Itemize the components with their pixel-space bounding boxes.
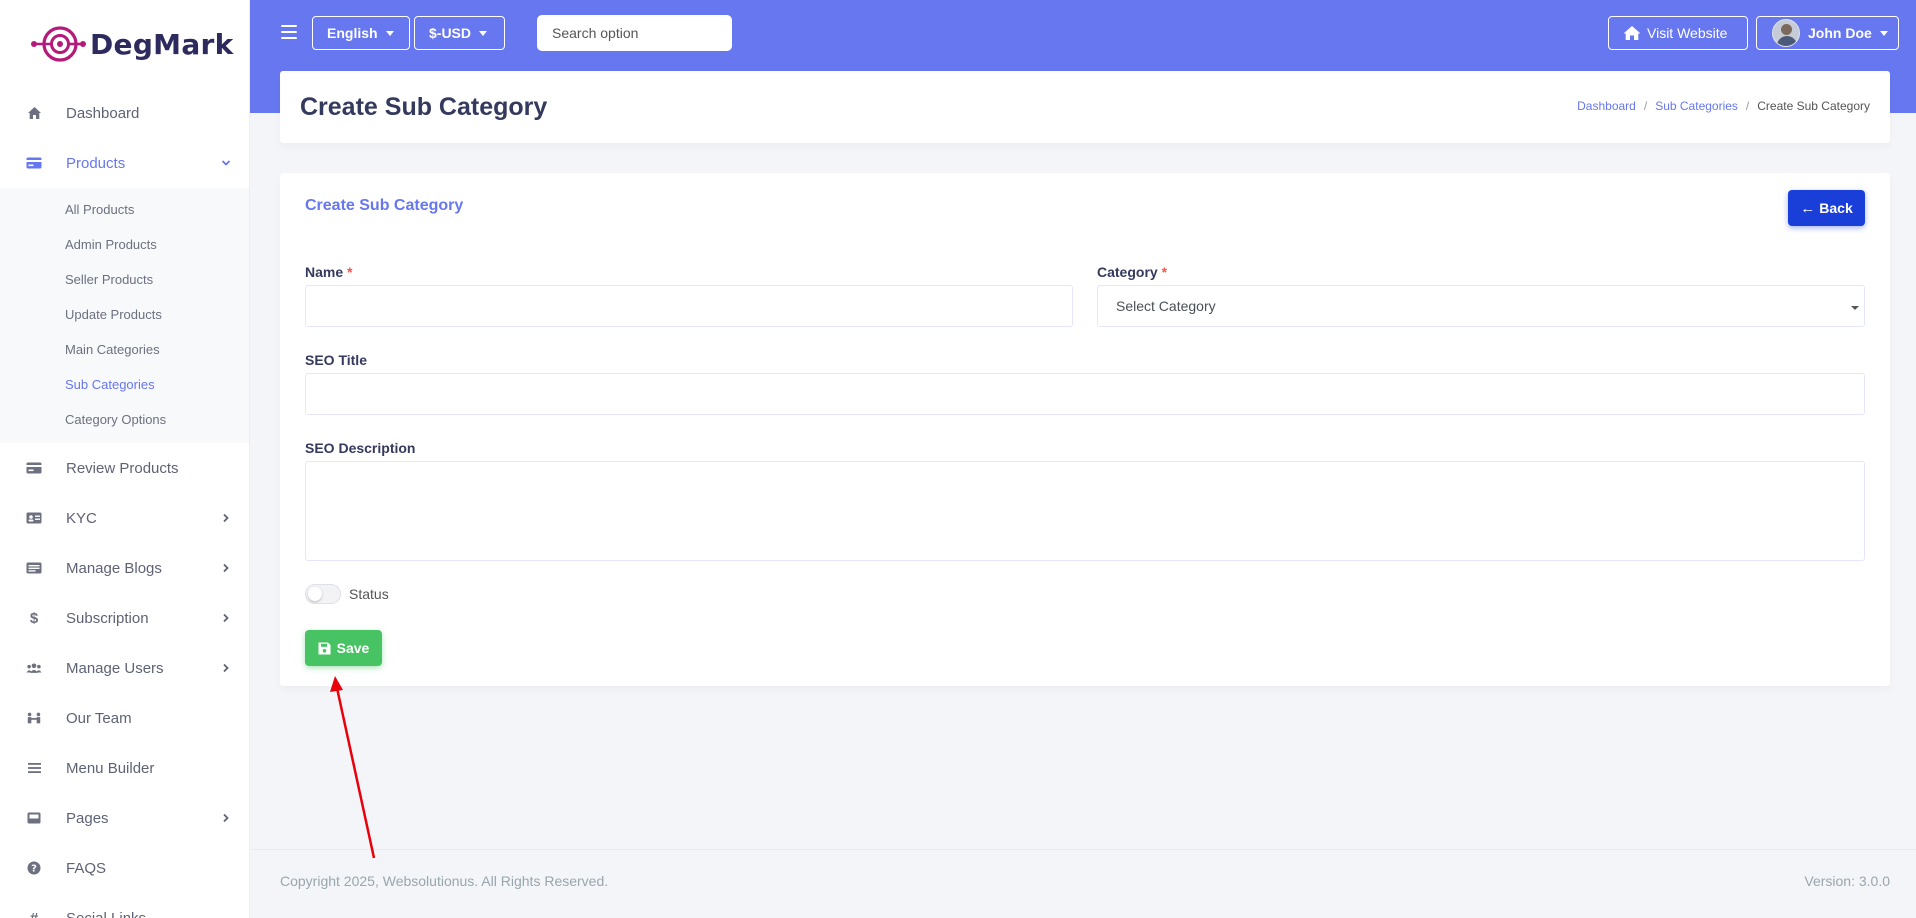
required-mark: * xyxy=(1161,264,1168,280)
seo-title-label: SEO Title xyxy=(305,352,367,368)
newspaper-icon xyxy=(26,560,42,576)
sidebar-subitem-admin-products[interactable]: Admin Products xyxy=(0,227,249,262)
sidebar-item-review-products[interactable]: Review Products xyxy=(0,443,249,493)
copyright-text: Copyright 2025, Websolutionus. All Right… xyxy=(280,873,609,889)
arrow-left-icon: ← xyxy=(1800,199,1816,217)
degmark-logo-icon xyxy=(31,26,86,62)
caret-down-icon xyxy=(479,30,488,36)
sidebar-item-manage-blogs[interactable]: Manage Blogs xyxy=(0,543,249,593)
save-icon xyxy=(318,642,331,654)
chevron-right-icon xyxy=(223,813,229,823)
home-icon xyxy=(1623,26,1641,40)
create-sub-category-card: Create Sub Category ← Back Name * Catego… xyxy=(280,173,1890,686)
name-input[interactable] xyxy=(305,285,1073,327)
users-icon xyxy=(26,660,42,676)
seo-title-input[interactable] xyxy=(305,373,1865,415)
home-icon xyxy=(26,105,42,121)
question-icon: ? xyxy=(26,860,42,876)
sidebar-item-social-links[interactable]: # Social Links xyxy=(0,893,249,918)
chevron-right-icon xyxy=(223,663,229,673)
dollar-icon: $ xyxy=(29,609,39,627)
caret-down-icon xyxy=(385,30,394,36)
sidebar-item-kyc[interactable]: KYC xyxy=(0,493,249,543)
sidebar-item-our-team[interactable]: Our Team xyxy=(0,693,249,743)
card-icon xyxy=(26,460,42,476)
sidebar: DegMark Dashboard Products All Products … xyxy=(0,0,250,918)
sidebar-subitem-seller-products[interactable]: Seller Products xyxy=(0,262,249,297)
sidebar-subitem-update-products[interactable]: Update Products xyxy=(0,297,249,332)
page-title: Create Sub Category xyxy=(300,93,548,121)
required-mark: * xyxy=(347,264,353,280)
sidebar-item-pages[interactable]: Pages xyxy=(0,793,249,843)
breadcrumb-sub-categories[interactable]: Sub Categories xyxy=(1655,99,1738,113)
category-select[interactable]: Select Category xyxy=(1097,285,1865,327)
hash-icon: # xyxy=(29,909,39,918)
sidebar-item-dashboard[interactable]: Dashboard xyxy=(0,88,249,138)
svg-text:?: ? xyxy=(31,864,37,875)
currency-dropdown[interactable]: $-USD xyxy=(414,16,505,50)
version-text: Version: 3.0.0 xyxy=(1804,873,1890,889)
name-label: Name * xyxy=(305,264,353,280)
sidebar-subitem-sub-categories[interactable]: Sub Categories xyxy=(0,367,249,402)
hamburger-menu-icon[interactable] xyxy=(281,25,297,40)
page-header: Create Sub Category Dashboard / Sub Cate… xyxy=(280,71,1890,143)
seo-description-label: SEO Description xyxy=(305,440,416,456)
footer: Copyright 2025, Websolutionus. All Right… xyxy=(250,849,1916,918)
breadcrumb-separator: / xyxy=(1643,99,1648,113)
chevron-right-icon xyxy=(223,563,229,573)
sidebar-item-manage-users[interactable]: Manage Users xyxy=(0,643,249,693)
sidebar-item-faqs[interactable]: ? FAQS xyxy=(0,843,249,893)
page-icon xyxy=(26,810,42,826)
breadcrumb-dashboard[interactable]: Dashboard xyxy=(1577,99,1636,113)
caret-down-icon xyxy=(1851,306,1859,310)
status-toggle[interactable] xyxy=(305,584,341,604)
chevron-down-icon xyxy=(221,160,231,166)
bars-icon xyxy=(26,760,42,776)
products-submenu: All Products Admin Products Seller Produ… xyxy=(0,188,249,443)
sidebar-item-products[interactable]: Products xyxy=(0,138,249,188)
save-button[interactable]: Save xyxy=(305,630,382,666)
team-icon xyxy=(26,710,42,726)
sidebar-subitem-main-categories[interactable]: Main Categories xyxy=(0,332,249,367)
visit-website-button[interactable]: Visit Website xyxy=(1608,16,1748,50)
sidebar-subitem-all-products[interactable]: All Products xyxy=(0,192,249,227)
id-card-icon xyxy=(26,510,42,526)
category-label: Category * xyxy=(1097,264,1168,280)
sidebar-menu: Dashboard Products All Products Admin Pr… xyxy=(0,88,249,918)
breadcrumb-separator: / xyxy=(1745,99,1750,113)
caret-down-icon xyxy=(1879,30,1888,36)
breadcrumb: Dashboard / Sub Categories / Create Sub … xyxy=(1577,99,1870,113)
sidebar-item-subscription[interactable]: $ Subscription xyxy=(0,593,249,643)
seo-description-textarea[interactable] xyxy=(305,461,1865,561)
sidebar-subitem-category-options[interactable]: Category Options xyxy=(0,402,249,437)
search-input[interactable] xyxy=(537,15,732,51)
back-button[interactable]: ← Back xyxy=(1788,190,1865,226)
breadcrumb-current: Create Sub Category xyxy=(1757,99,1870,113)
chevron-right-icon xyxy=(223,513,229,523)
user-dropdown[interactable]: John Doe xyxy=(1756,16,1899,50)
card-icon xyxy=(26,155,42,171)
chevron-right-icon xyxy=(223,613,229,623)
brand-name: DegMark xyxy=(90,27,234,61)
card-title: Create Sub Category xyxy=(305,197,464,214)
brand[interactable]: DegMark xyxy=(0,0,249,88)
language-dropdown[interactable]: English xyxy=(312,16,410,50)
avatar xyxy=(1772,19,1800,47)
status-label: Status xyxy=(349,586,389,602)
sidebar-item-menu-builder[interactable]: Menu Builder xyxy=(0,743,249,793)
